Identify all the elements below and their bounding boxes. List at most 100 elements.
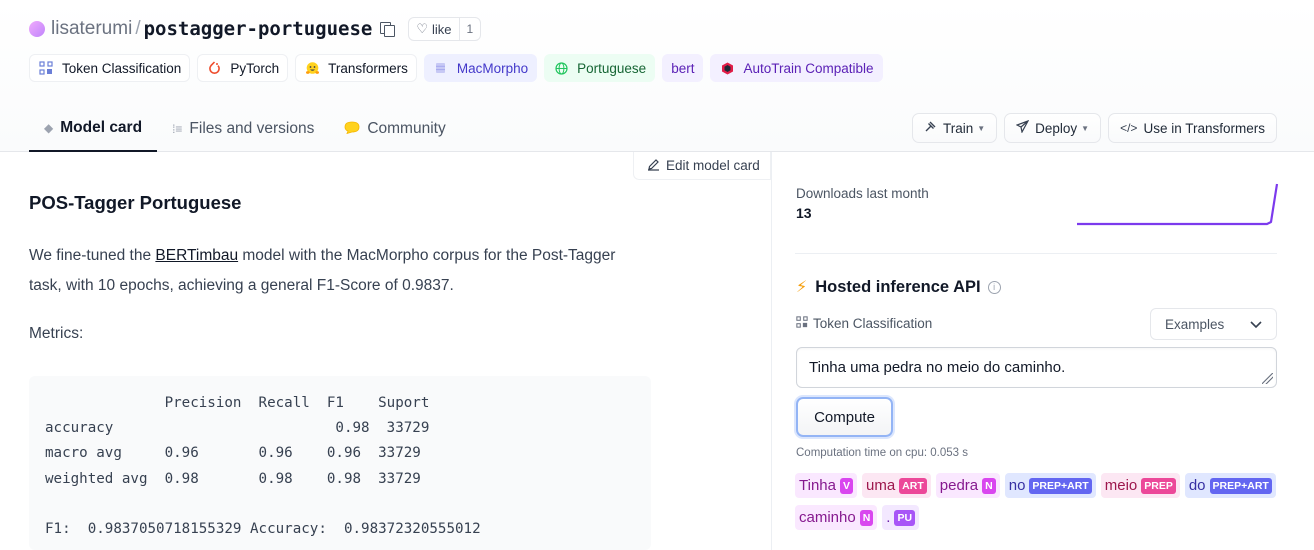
tag-macmorpho[interactable]: MacMorpho [423,54,538,82]
repo-actions: Train ▼ Deploy ▼ </> Use in Transformers [911,113,1277,143]
column-divider [771,152,772,550]
tag-autotrain[interactable]: AutoTrain Compatible [710,54,883,82]
chevron-down-icon [1250,317,1262,332]
tag-label: PyTorch [230,60,280,76]
tag-label: bert [671,60,695,76]
tag-bert[interactable]: bert [662,54,704,82]
token-chip: caminho N [795,505,878,530]
resize-handle-icon[interactable] [1262,373,1273,384]
tag-label: Portuguese [577,60,647,76]
downloads-value: 13 [796,205,812,221]
token-word: uma [865,477,896,494]
tag-label: MacMorpho [456,60,529,76]
token-tag: N [859,509,874,526]
token-word: caminho [799,509,856,526]
use-in-transformers-button[interactable]: </> Use in Transformers [1108,113,1277,143]
task-label: Token Classification [796,316,932,331]
path-separator: / [135,18,141,39]
copy-icon[interactable] [380,22,396,37]
token-word: meio [1104,477,1138,494]
input-text: Tinha uma pedra no meio do caminho. [809,359,1066,376]
token-chip: do PREP+ART [1184,473,1276,498]
repo-tabs: ◆ Model card ⁞≡ Files and versions Commu… [29,106,461,152]
tab-label: Files and versions [189,120,315,137]
tag-token-classification[interactable]: Token Classification [29,54,191,82]
tab-model-card[interactable]: ◆ Model card [29,106,158,152]
compute-button[interactable]: Compute [796,397,893,437]
like-label: like [432,21,452,37]
dataset-icon [433,62,449,74]
token-tag: PREP+ART [1209,477,1272,494]
token-word: do [1188,477,1206,494]
tab-label: Community [367,120,446,137]
owner-link[interactable]: lisaterumi [51,18,132,40]
hugging-face-icon [304,61,320,76]
model-description: We fine-tuned the BERTimbau model with t… [29,241,639,301]
train-button[interactable]: Train ▼ [911,113,998,143]
lightning-icon: ⚡ [796,279,808,296]
rocket-icon [1015,119,1030,136]
repo-header: lisaterumi / postagger-portuguese ♡ like… [0,0,1314,152]
token-chip: Tinha V [795,473,857,498]
token-classification-icon [38,61,54,75]
pytorch-icon [206,61,222,75]
token-tag: ART [899,477,927,494]
like-button[interactable]: ♡ like 1 [408,17,482,41]
model-card-heading: POS-Tagger Portuguese [29,192,242,213]
deploy-label: Deploy [1035,120,1078,136]
files-icon: ⁞≡ [172,122,183,136]
examples-label: Examples [1165,316,1225,332]
token-tag: PREP [1141,477,1176,494]
owner-avatar[interactable] [29,21,45,37]
tab-community[interactable]: Community [329,106,460,152]
token-chip: uma ART [861,473,931,498]
tag-label: AutoTrain Compatible [743,60,874,76]
train-label: Train [942,120,974,136]
tag-list: Token Classification PyTorch Transformer… [29,54,883,82]
bertimbau-link[interactable]: BERTimbau [155,247,238,264]
like-count[interactable]: 1 [458,18,481,40]
examples-dropdown[interactable]: Examples [1150,308,1277,340]
cube-icon: ◆ [44,121,54,135]
caret-down-icon: ▼ [977,123,986,133]
token-chip: pedra N [935,473,1000,498]
repo-title-row: lisaterumi / postagger-portuguese ♡ like… [29,14,482,44]
deploy-button[interactable]: Deploy ▼ [1004,113,1102,143]
computation-time: Computation time on cpu: 0.053 s [796,447,968,459]
edit-model-card-button[interactable]: Edit model card [633,152,771,180]
sidebar-divider [795,253,1277,254]
downloads-sparkline [1077,183,1279,226]
inference-input[interactable]: Tinha uma pedra no meio do caminho. [796,347,1277,388]
description-text: We fine-tuned the [29,247,156,264]
token-tag: PREP+ART [1029,477,1092,494]
token-chip: no PREP+ART [1004,473,1096,498]
token-chip: meio PREP [1100,473,1180,498]
metrics-code-block: Precision Recall F1 Suport accuracy 0.98… [29,376,651,550]
downloads-label: Downloads last month [796,186,929,201]
tab-label: Model card [60,119,143,136]
token-word: no [1008,477,1026,494]
tab-files-and-versions[interactable]: ⁞≡ Files and versions [157,106,329,152]
pencil-icon [647,158,660,174]
repo-name[interactable]: postagger-portuguese [144,18,373,40]
tag-label: Transformers [328,60,408,76]
train-icon [924,120,937,136]
info-icon[interactable]: i [987,280,1001,294]
token-word: Tinha [799,477,836,494]
token-word: pedra [939,477,979,494]
autotrain-icon [719,62,735,75]
globe-icon [553,61,569,75]
tag-portuguese[interactable]: Portuguese [544,54,656,82]
token-chip: . PU [882,505,920,530]
metrics-label: Metrics: [29,325,84,342]
tag-transformers[interactable]: Transformers [295,54,417,82]
token-classification-icon [796,316,808,331]
api-title-label: Hosted inference API [815,277,981,296]
inference-api-title: ⚡ Hosted inference API i [796,277,1001,297]
tag-pytorch[interactable]: PyTorch [197,54,289,82]
sparkline-line [1077,183,1279,226]
task-text: Token Classification [813,316,933,331]
code-icon: </> [1120,121,1138,135]
token-output: Tinha V uma ART pedra N no PREP+ART meio PREP… [795,473,1277,530]
heart-icon: ♡ [416,21,429,36]
